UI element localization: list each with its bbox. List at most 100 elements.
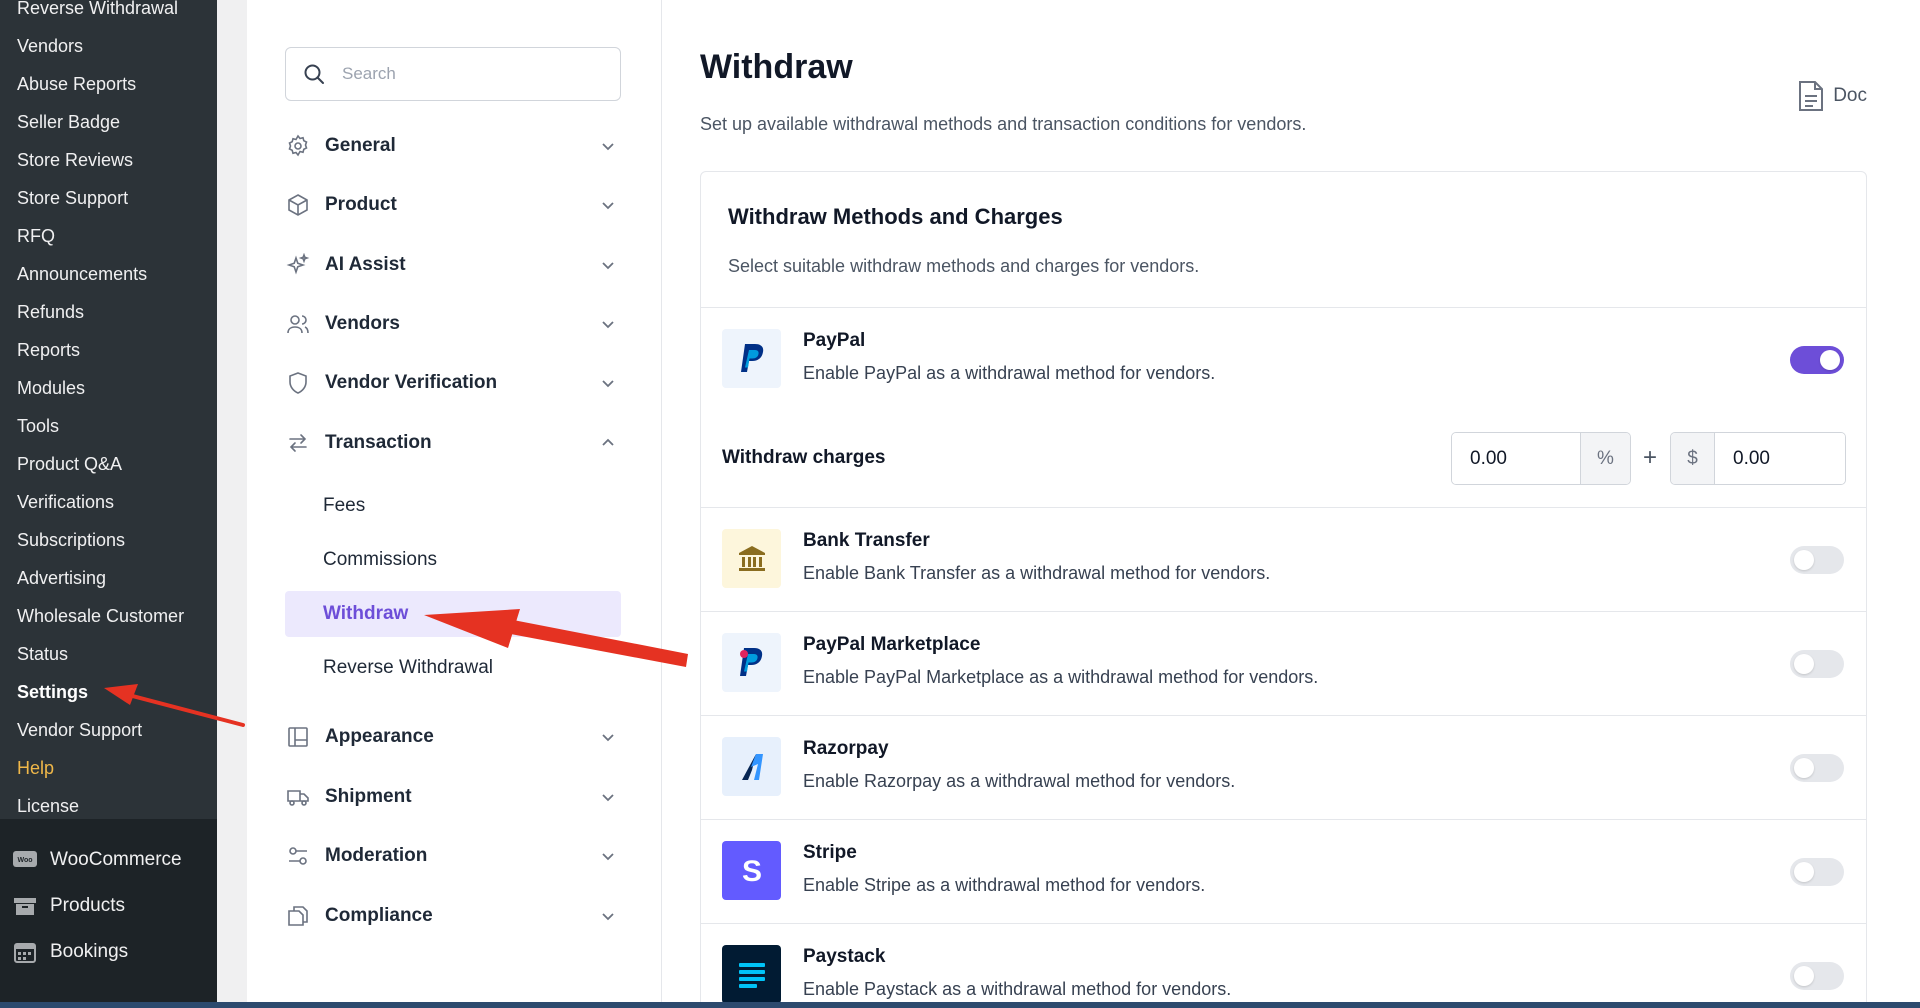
menu-settings[interactable]: Settings <box>0 673 217 711</box>
method-description: Enable Stripe as a withdrawal method for… <box>803 875 1206 895</box>
bank-transfer-toggle[interactable] <box>1790 546 1844 574</box>
sliders-icon <box>285 843 311 869</box>
method-description: Enable PayPal as a withdrawal method for… <box>803 363 1216 383</box>
bottom-edge <box>0 1002 1920 1008</box>
svg-text:S: S <box>741 855 761 888</box>
paypal-icon <box>722 329 781 388</box>
method-description: Enable Razorpay as a withdrawal method f… <box>803 771 1236 791</box>
nav-appearance-label: Appearance <box>325 726 434 747</box>
menu-reverse-withdrawal[interactable]: Reverse Withdrawal <box>0 0 217 27</box>
search-input[interactable] <box>342 64 602 84</box>
documents-icon <box>285 903 311 929</box>
menu-modules[interactable]: Modules <box>0 369 217 407</box>
nav-sub-commissions[interactable]: Commissions <box>285 537 621 583</box>
stripe-icon: S <box>722 841 781 900</box>
search-icon <box>304 64 324 84</box>
gear-icon <box>285 133 311 159</box>
method-description: Enable Paystack as a withdrawal method f… <box>803 979 1232 999</box>
paypal-toggle[interactable] <box>1790 346 1844 374</box>
nav-sub-reverse-withdrawal[interactable]: Reverse Withdrawal <box>285 645 621 691</box>
menu-license[interactable]: License <box>0 787 217 825</box>
card-subtitle: Select suitable withdraw methods and cha… <box>728 256 1200 276</box>
calendar-icon <box>12 941 38 963</box>
menu-advertising[interactable]: Advertising <box>0 559 217 597</box>
menu-woocommerce[interactable]: Woo WooCommerce <box>0 837 217 883</box>
menu-store-support[interactable]: Store Support <box>0 179 217 217</box>
menu-rfq[interactable]: RFQ <box>0 217 217 255</box>
chevron-down-icon <box>602 202 614 210</box>
nav-compliance[interactable]: Compliance <box>285 894 621 938</box>
toggle-knob <box>1794 862 1814 882</box>
menu-product-qa[interactable]: Product Q&A <box>0 445 217 483</box>
nav-general-label: General <box>325 135 396 156</box>
nav-shipment[interactable]: Shipment <box>285 775 621 819</box>
withdraw-content: Withdraw Set up available withdrawal met… <box>663 0 1920 1008</box>
currency-addon: $ <box>1671 433 1715 484</box>
nav-vendors[interactable]: Vendors <box>285 302 621 346</box>
nav-moderation[interactable]: Moderation <box>285 834 621 878</box>
percent-charge-input[interactable] <box>1452 433 1580 484</box>
nav-ai-assist[interactable]: AI Assist <box>285 243 621 287</box>
menu-subscriptions[interactable]: Subscriptions <box>0 521 217 559</box>
nav-appearance[interactable]: Appearance <box>285 715 621 759</box>
menu-seller-badge[interactable]: Seller Badge <box>0 103 217 141</box>
nav-vendors-label: Vendors <box>325 313 400 334</box>
svg-text:Woo: Woo <box>17 857 32 864</box>
paystack-icon <box>722 945 781 1004</box>
menu-help[interactable]: Help <box>0 749 217 787</box>
dokan-submenu: Reverse Withdrawal Vendors Abuse Reports… <box>0 0 217 819</box>
nav-transaction[interactable]: Transaction <box>285 421 621 465</box>
menu-verifications[interactable]: Verifications <box>0 483 217 521</box>
toggle-knob <box>1794 758 1814 778</box>
menu-vendor-support[interactable]: Vendor Support <box>0 711 217 749</box>
chevron-up-icon <box>602 438 614 446</box>
users-icon <box>285 311 311 337</box>
menu-abuse-reports[interactable]: Abuse Reports <box>0 65 217 103</box>
method-row-paypal-marketplace: PayPal Marketplace Enable PayPal Marketp… <box>701 612 1866 716</box>
nav-product[interactable]: Product <box>285 183 621 227</box>
sparkles-icon <box>285 252 311 278</box>
method-row-bank-transfer: Bank Transfer Enable Bank Transfer as a … <box>701 508 1866 612</box>
toggle-knob <box>1794 550 1814 570</box>
nav-transaction-label: Transaction <box>325 432 432 453</box>
menu-products-label: Products <box>50 895 125 916</box>
razorpay-toggle[interactable] <box>1790 754 1844 782</box>
settings-search[interactable] <box>285 47 621 101</box>
flat-charge-input[interactable] <box>1715 433 1845 484</box>
woocommerce-icon: Woo <box>12 849 38 871</box>
paypal-marketplace-icon <box>722 633 781 692</box>
method-name: Razorpay <box>803 738 889 759</box>
percent-charge-group: % <box>1451 432 1631 485</box>
menu-wholesale-customer[interactable]: Wholesale Customer <box>0 597 217 635</box>
document-icon <box>1799 81 1824 111</box>
paypal-marketplace-toggle[interactable] <box>1790 650 1844 678</box>
nav-sub-fees[interactable]: Fees <box>285 483 621 529</box>
menu-tools[interactable]: Tools <box>0 407 217 445</box>
toggle-knob <box>1820 350 1840 370</box>
percent-addon: % <box>1580 433 1630 484</box>
nav-vendor-verification-label: Vendor Verification <box>325 372 498 393</box>
arrows-exchange-icon <box>285 430 311 456</box>
method-name: PayPal <box>803 330 866 351</box>
page-description: Set up available withdrawal methods and … <box>700 114 1307 134</box>
doc-link[interactable]: Doc <box>1797 80 1867 112</box>
nav-sub-withdraw[interactable]: Withdraw <box>285 591 621 637</box>
stripe-toggle[interactable] <box>1790 858 1844 886</box>
paystack-toggle[interactable] <box>1790 962 1844 990</box>
menu-reports[interactable]: Reports <box>0 331 217 369</box>
nav-general[interactable]: General <box>285 124 621 168</box>
doc-label: Doc <box>1833 85 1867 106</box>
menu-products[interactable]: Products <box>0 883 217 929</box>
nav-vendor-verification[interactable]: Vendor Verification <box>285 361 621 405</box>
method-row-stripe: S Stripe Enable Stripe as a withdrawal m… <box>701 820 1866 924</box>
flat-charge-group: $ <box>1670 432 1846 485</box>
chevron-down-icon <box>602 143 614 151</box>
menu-announcements[interactable]: Announcements <box>0 255 217 293</box>
method-name: Paystack <box>803 946 886 967</box>
shield-icon <box>285 370 311 396</box>
menu-vendors[interactable]: Vendors <box>0 27 217 65</box>
menu-status[interactable]: Status <box>0 635 217 673</box>
menu-store-reviews[interactable]: Store Reviews <box>0 141 217 179</box>
menu-refunds[interactable]: Refunds <box>0 293 217 331</box>
menu-bookings[interactable]: Bookings <box>0 929 217 975</box>
